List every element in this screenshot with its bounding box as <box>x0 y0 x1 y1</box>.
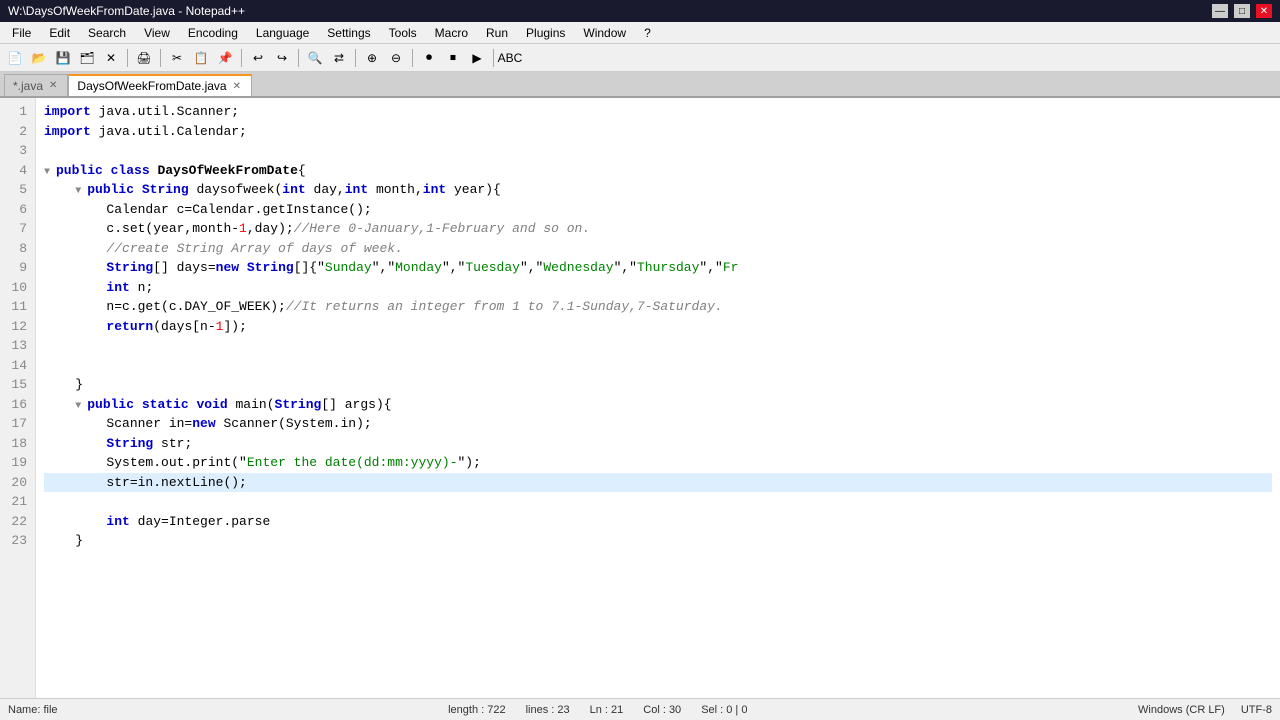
line-num-5: 5 <box>4 180 27 200</box>
line-num-22: 22 <box>4 512 27 532</box>
tab-days-of-week-label: DaysOfWeekFromDate.java <box>77 79 226 93</box>
menu-encoding[interactable]: Encoding <box>180 24 246 42</box>
toolbar-sep-1 <box>127 49 128 67</box>
toolbar-sep-3 <box>241 49 242 67</box>
paste-button[interactable]: 📌 <box>214 47 236 69</box>
menu-language[interactable]: Language <box>248 24 317 42</box>
copy-button[interactable]: 📋 <box>190 47 212 69</box>
menu-window[interactable]: Window <box>575 24 634 42</box>
line-numbers: 1 2 3 4 5 6 7 8 9 10 11 12 13 14 15 16 1… <box>0 98 36 698</box>
line-num-23: 23 <box>4 531 27 551</box>
code-editor[interactable]: import java.util.Scanner; import java.ut… <box>36 98 1280 698</box>
toolbar-sep-7 <box>493 49 494 67</box>
menu-file[interactable]: File <box>4 24 39 42</box>
line-num-12: 12 <box>4 317 27 337</box>
status-center: length : 722 lines : 23 Ln : 21 Col : 30… <box>448 704 747 716</box>
line-num-19: 19 <box>4 453 27 473</box>
menu-tools[interactable]: Tools <box>381 24 425 42</box>
line-num-13: 13 <box>4 336 27 356</box>
tab-first-file-close[interactable]: ✕ <box>47 80 59 91</box>
toolbar-sep-5 <box>355 49 356 67</box>
line-num-6: 6 <box>4 200 27 220</box>
redo-button[interactable]: ↪ <box>271 47 293 69</box>
menu-edit[interactable]: Edit <box>41 24 78 42</box>
tab-days-of-week[interactable]: DaysOfWeekFromDate.java ✕ <box>68 74 252 96</box>
line-num-17: 17 <box>4 414 27 434</box>
new-file-button[interactable]: 📄 <box>4 47 26 69</box>
code-area: 1 2 3 4 5 6 7 8 9 10 11 12 13 14 15 16 1… <box>0 98 1280 698</box>
undo-button[interactable]: ↩ <box>247 47 269 69</box>
title-bar: W:\DaysOfWeekFromDate.java - Notepad++ —… <box>0 0 1280 22</box>
line-num-11: 11 <box>4 297 27 317</box>
tab-days-of-week-close[interactable]: ✕ <box>231 81 243 92</box>
macro-stop-button[interactable]: ⏹ <box>442 47 464 69</box>
line-num-4: 4 <box>4 161 27 181</box>
line-num-10: 10 <box>4 278 27 298</box>
window-title: W:\DaysOfWeekFromDate.java - Notepad++ <box>8 4 1212 18</box>
tab-first-file[interactable]: *.java ✕ <box>4 74 68 96</box>
line-num-1: 1 <box>4 102 27 122</box>
zoom-in-button[interactable]: ⊕ <box>361 47 383 69</box>
line-num-20: 20 <box>4 473 27 493</box>
print-button[interactable]: 🖨 <box>133 47 155 69</box>
menu-search[interactable]: Search <box>80 24 134 42</box>
status-ln: Ln : 21 <box>590 704 624 716</box>
menu-view[interactable]: View <box>136 24 178 42</box>
line-num-2: 2 <box>4 122 27 142</box>
menu-bar: File Edit Search View Encoding Language … <box>0 22 1280 44</box>
line-num-21: 21 <box>4 492 27 512</box>
replace-button[interactable]: ⇄ <box>328 47 350 69</box>
cut-button[interactable]: ✂ <box>166 47 188 69</box>
menu-macro[interactable]: Macro <box>427 24 476 42</box>
status-file-type: Name: file <box>8 704 58 716</box>
line-num-9: 9 <box>4 258 27 278</box>
save-button[interactable]: 💾 <box>52 47 74 69</box>
line-num-8: 8 <box>4 239 27 259</box>
status-sel: Sel : 0 | 0 <box>701 704 747 716</box>
close-window-button[interactable]: ✕ <box>1256 4 1272 18</box>
status-col: Col : 30 <box>643 704 681 716</box>
tab-bar: *.java ✕ DaysOfWeekFromDate.java ✕ <box>0 72 1280 98</box>
macro-play-button[interactable]: ▶ <box>466 47 488 69</box>
line-num-16: 16 <box>4 395 27 415</box>
minimize-button[interactable]: — <box>1212 4 1228 18</box>
zoom-out-button[interactable]: ⊖ <box>385 47 407 69</box>
line-num-18: 18 <box>4 434 27 454</box>
window-controls[interactable]: — □ ✕ <box>1212 4 1272 18</box>
find-button[interactable]: 🔍 <box>304 47 326 69</box>
status-line-ending: Windows (CR LF) <box>1138 704 1225 716</box>
line-num-14: 14 <box>4 356 27 376</box>
save-all-button[interactable]: 🗂 <box>76 47 98 69</box>
toolbar-sep-4 <box>298 49 299 67</box>
spell-check-button[interactable]: ABC <box>499 47 521 69</box>
tab-first-file-label: *.java <box>13 79 43 93</box>
open-file-button[interactable]: 📂 <box>28 47 50 69</box>
toolbar: 📄 📂 💾 🗂 ✕ 🖨 ✂ 📋 📌 ↩ ↪ 🔍 ⇄ ⊕ ⊖ ⏺ ⏹ ▶ ABC <box>0 44 1280 72</box>
menu-settings[interactable]: Settings <box>319 24 378 42</box>
macro-record-button[interactable]: ⏺ <box>418 47 440 69</box>
status-lines: lines : 23 <box>526 704 570 716</box>
status-length: length : 722 <box>448 704 506 716</box>
status-encoding: UTF-8 <box>1241 704 1272 716</box>
line-num-15: 15 <box>4 375 27 395</box>
menu-help[interactable]: ? <box>636 24 659 42</box>
status-right: Windows (CR LF) UTF-8 <box>1138 704 1272 716</box>
status-bar: Name: file length : 722 lines : 23 Ln : … <box>0 698 1280 720</box>
menu-plugins[interactable]: Plugins <box>518 24 573 42</box>
toolbar-sep-2 <box>160 49 161 67</box>
maximize-button[interactable]: □ <box>1234 4 1250 18</box>
line-num-7: 7 <box>4 219 27 239</box>
toolbar-sep-6 <box>412 49 413 67</box>
menu-run[interactable]: Run <box>478 24 516 42</box>
close-button[interactable]: ✕ <box>100 47 122 69</box>
line-num-3: 3 <box>4 141 27 161</box>
